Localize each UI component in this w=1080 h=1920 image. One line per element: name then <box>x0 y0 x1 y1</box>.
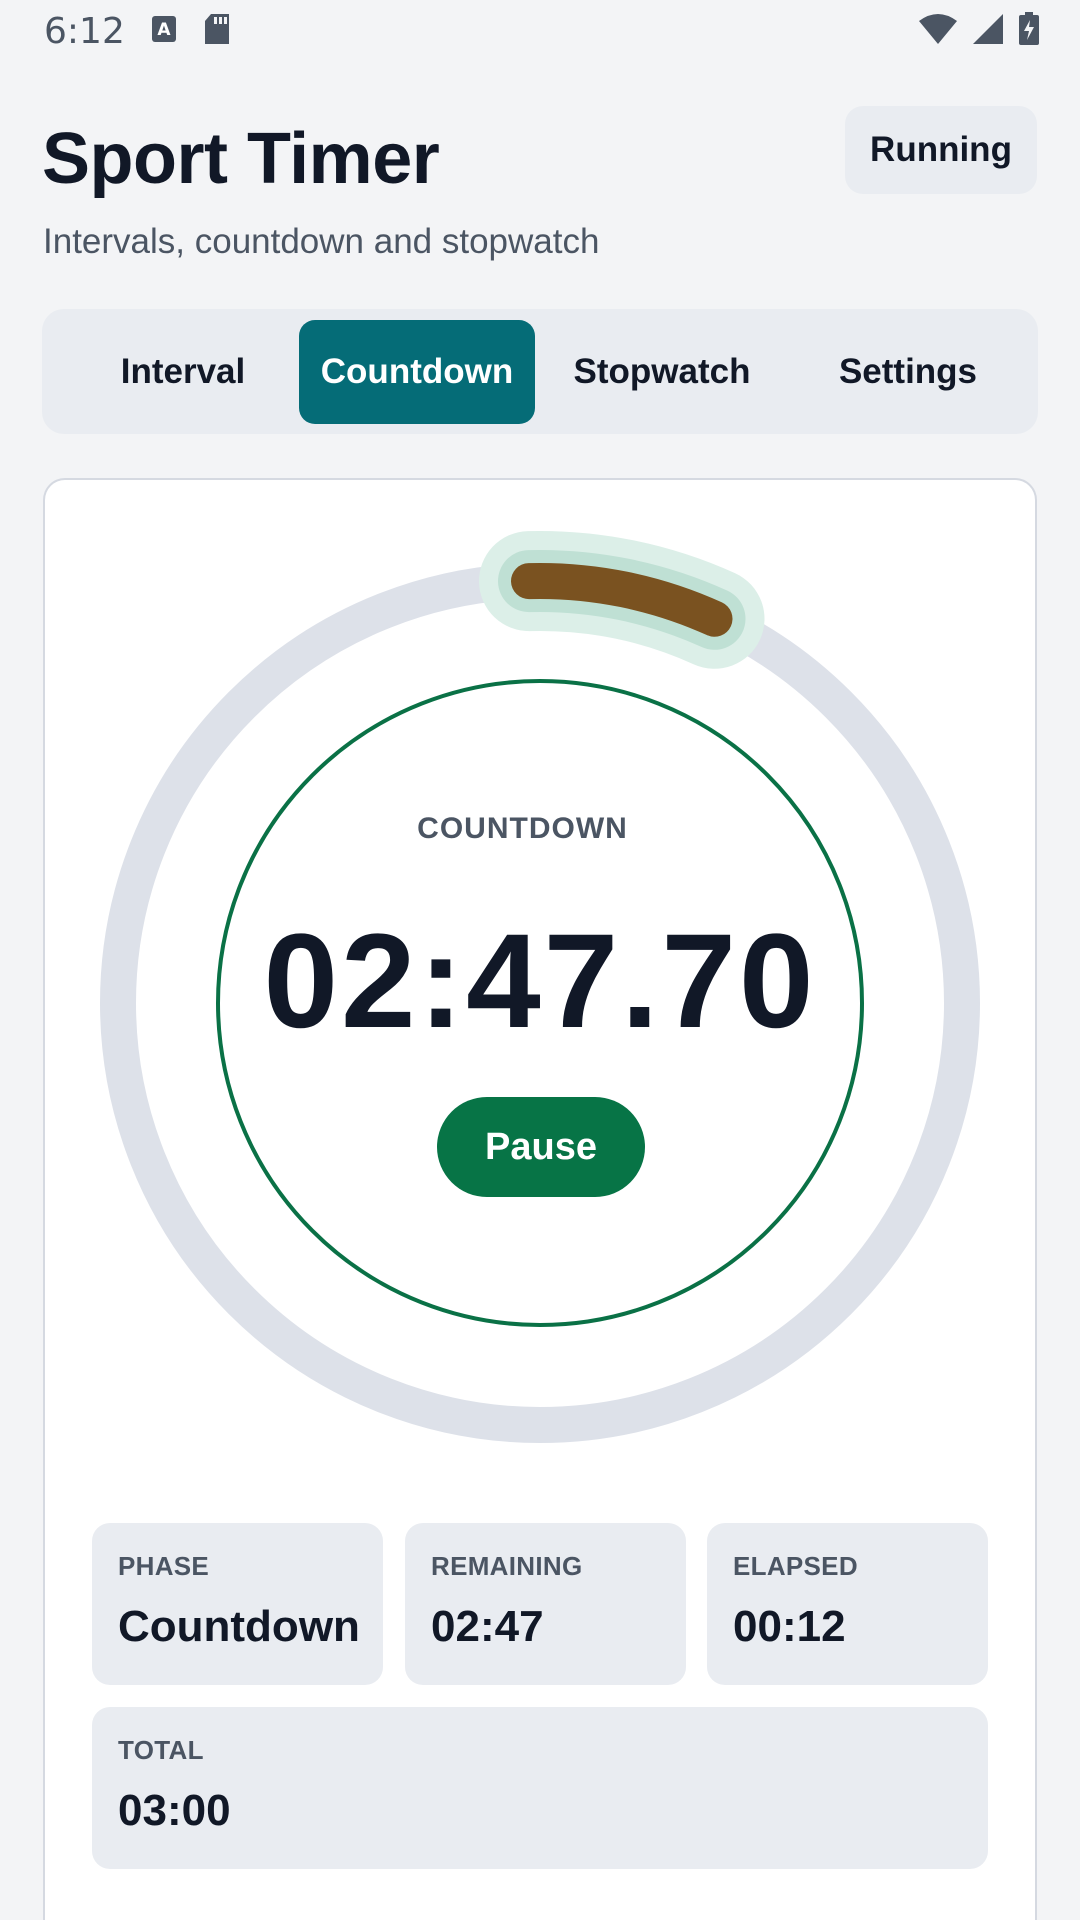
stat-total-label: TOTAL <box>118 1735 204 1765</box>
stat-phase: PHASE Countdown <box>92 1523 383 1685</box>
stat-elapsed: ELAPSED 00:12 <box>707 1523 988 1685</box>
stat-phase-label: PHASE <box>118 1551 210 1581</box>
stat-remaining-value: 02:47 <box>431 1602 544 1651</box>
timer-display: 02:47.70 <box>263 907 817 1056</box>
pause-button[interactable]: Pause <box>437 1097 645 1197</box>
stat-total-value: 03:00 <box>118 1786 231 1835</box>
stat-phase-value: Countdown <box>118 1602 360 1651</box>
stat-remaining: REMAINING 02:47 <box>405 1523 686 1685</box>
stat-total: TOTAL 03:00 <box>92 1707 988 1869</box>
timer-mode-label: COUNTDOWN <box>417 812 628 845</box>
stat-remaining-label: REMAINING <box>431 1551 583 1581</box>
stat-elapsed-value: 00:12 <box>733 1602 846 1651</box>
stat-elapsed-label: ELAPSED <box>733 1551 858 1581</box>
